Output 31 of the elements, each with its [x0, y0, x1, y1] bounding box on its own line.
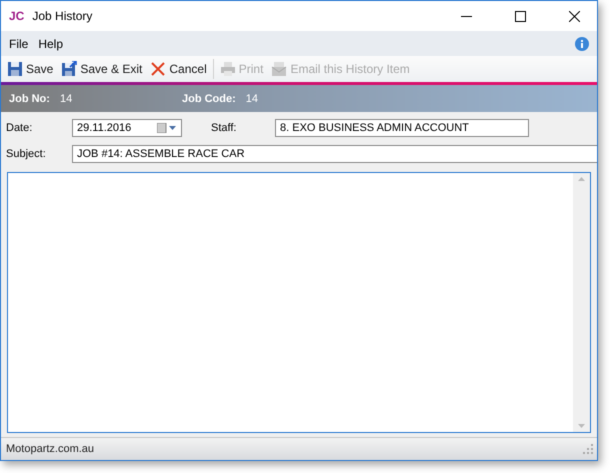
printer-icon — [220, 61, 236, 77]
resize-grip-icon[interactable] — [583, 444, 593, 454]
notes-area[interactable] — [7, 172, 591, 433]
calendar-dropdown-icon[interactable] — [157, 123, 177, 133]
printer-mail-icon — [271, 61, 288, 77]
close-icon — [568, 10, 580, 22]
header-value: 14 — [60, 92, 72, 104]
staff-field[interactable]: 8. EXO BUSINESS ADMIN ACCOUNT — [275, 119, 529, 137]
scroll-up-icon[interactable] — [578, 177, 585, 181]
date-label: Date: — [6, 122, 34, 134]
scrollbar[interactable] — [573, 173, 590, 432]
menu-item[interactable]: Help — [34, 34, 68, 52]
app-logo: JC — [9, 9, 24, 23]
subject-label: Subject: — [6, 148, 47, 160]
header-value: 14 — [246, 92, 258, 104]
cross-icon — [150, 61, 166, 77]
toolbar-button[interactable]: Save & Exit — [59, 61, 144, 77]
subject-field[interactable]: JOB #14: ASSEMBLE RACE CAR — [72, 145, 597, 163]
window-title: Job History — [32, 9, 94, 23]
staff-label: Staff: — [211, 122, 238, 134]
scroll-down-icon[interactable] — [578, 424, 585, 428]
header-label: Job Code: — [182, 92, 236, 104]
date-field[interactable]: 29.11.2016 — [72, 119, 182, 137]
date-value: 29.11.2016 — [77, 122, 132, 134]
toolbar-button[interactable]: Save — [5, 61, 56, 77]
status-text: Motopartz.com.au — [6, 443, 94, 455]
header-label: Job No: — [9, 92, 50, 104]
info-icon[interactable] — [575, 36, 589, 50]
maximize-icon — [514, 10, 526, 22]
menu-item[interactable]: File — [5, 34, 32, 52]
toolbar-button[interactable]: Cancel — [148, 61, 209, 77]
